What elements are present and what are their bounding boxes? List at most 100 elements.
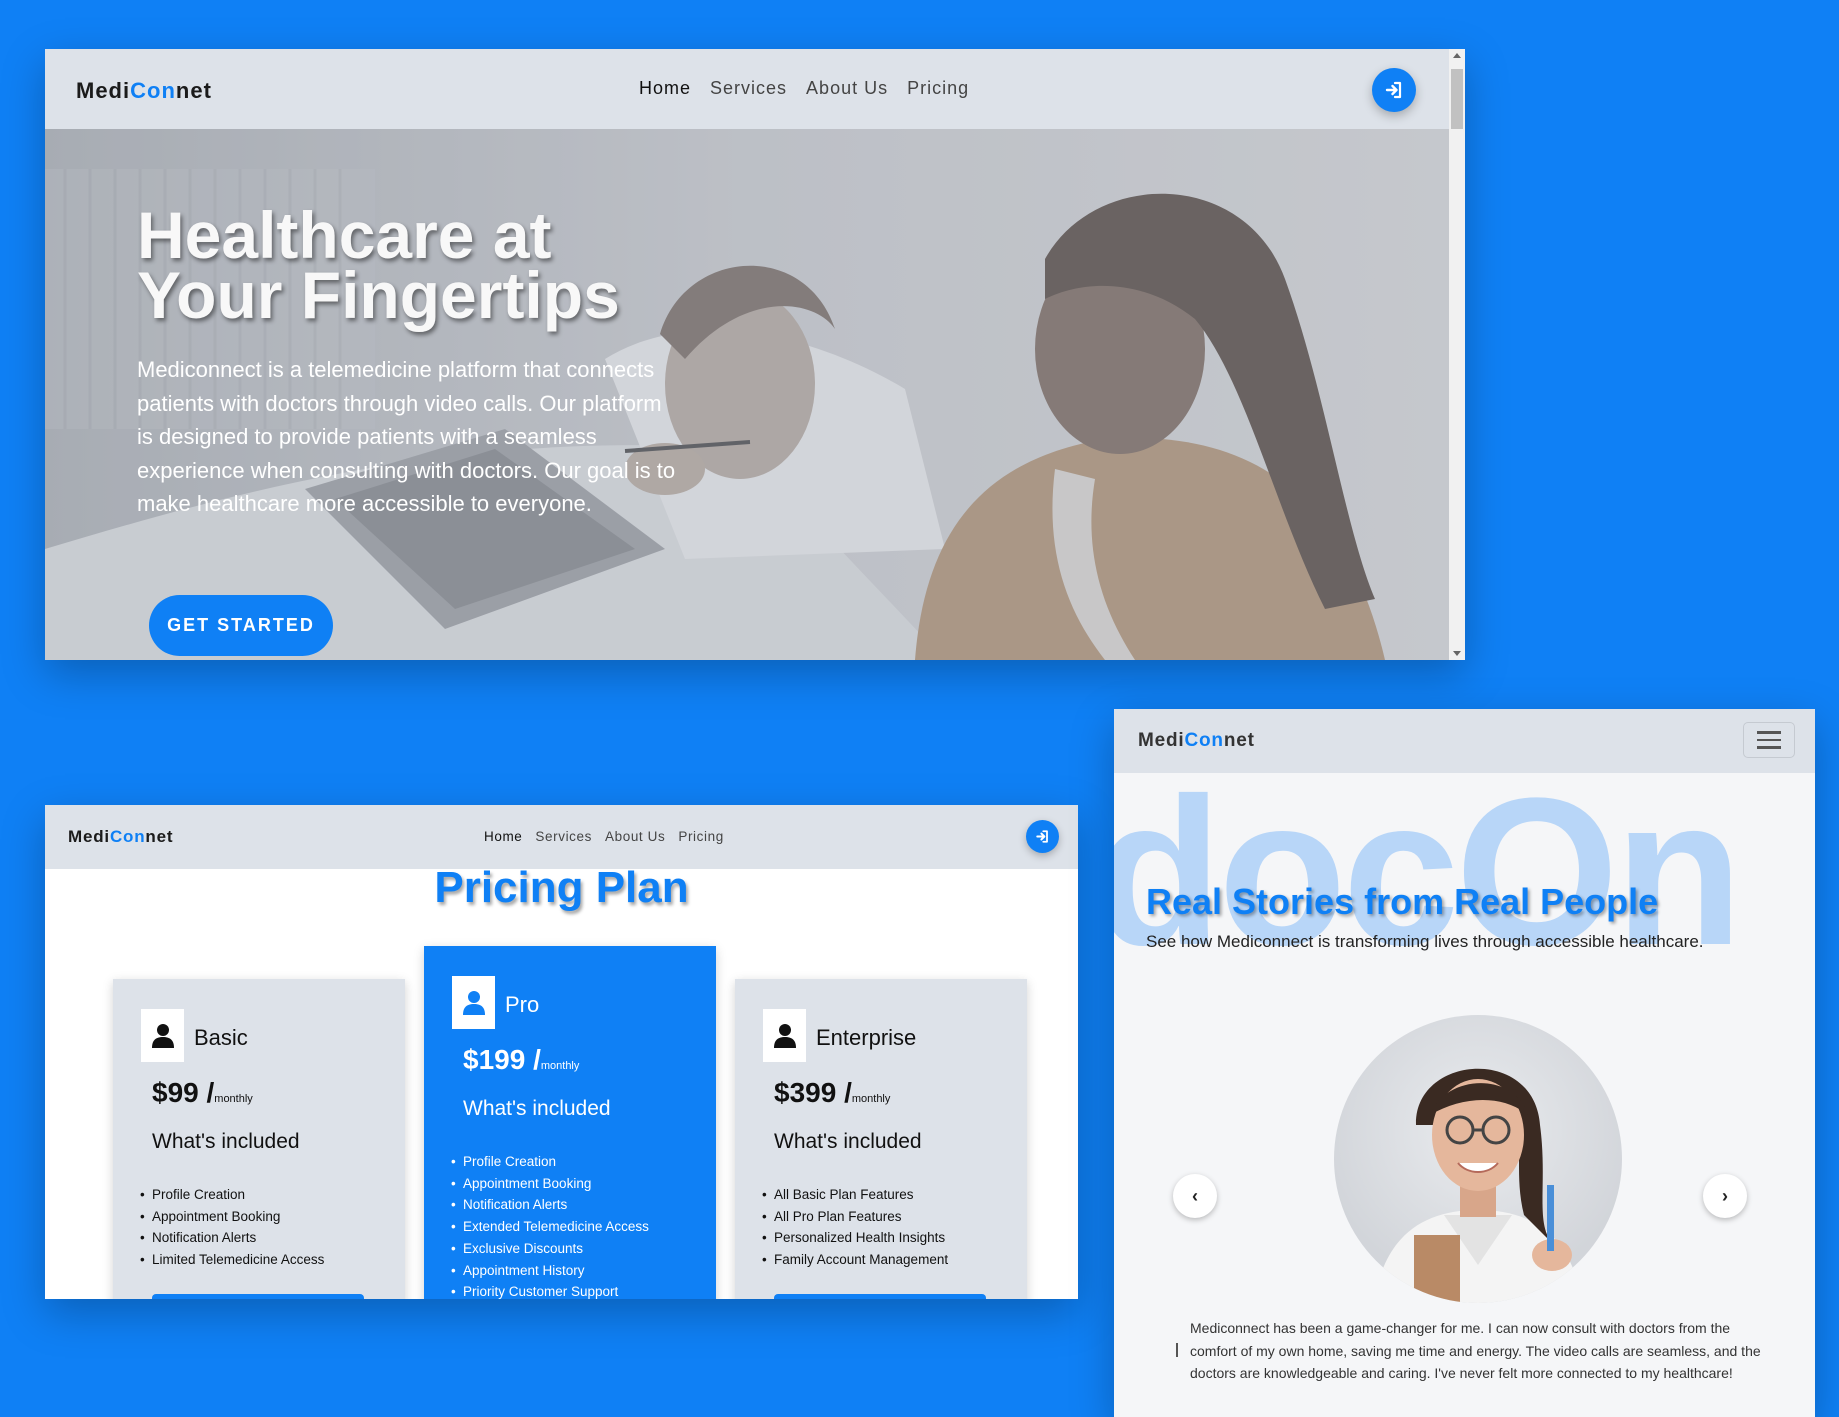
- brand-part-net: net: [145, 827, 174, 846]
- plan-feature: Appointment Booking: [140, 1206, 324, 1228]
- choose-plan-button[interactable]: [152, 1294, 364, 1299]
- plan-feature-list: All Basic Plan Features All Pro Plan Fea…: [762, 1184, 948, 1271]
- plan-feature: Exclusive Discounts: [451, 1238, 649, 1260]
- nav-home[interactable]: Home: [639, 78, 691, 99]
- plan-price-amount: $199 /: [463, 1044, 541, 1075]
- quote-marker: [1176, 1343, 1178, 1357]
- hamburger-icon: [1757, 746, 1781, 749]
- plan-feature: Priority Customer Support: [451, 1281, 649, 1299]
- plan-price: $99 /monthly: [152, 1077, 253, 1109]
- hamburger-icon: [1757, 738, 1781, 742]
- brand-part-medi: Medi: [68, 827, 110, 846]
- plan-feature: Notification Alerts: [140, 1227, 324, 1249]
- hamburger-menu-button[interactable]: [1743, 722, 1795, 758]
- get-started-button[interactable]: GET STARTED: [149, 595, 333, 656]
- user-icon: [151, 1023, 174, 1048]
- scroll-up-arrow-icon[interactable]: [1453, 53, 1461, 58]
- plan-feature: All Basic Plan Features: [762, 1184, 948, 1206]
- plan-feature: Limited Telemedicine Access: [140, 1249, 324, 1271]
- scrollbar[interactable]: [1449, 49, 1465, 660]
- nav-pricing[interactable]: Pricing: [907, 78, 969, 99]
- scrollbar-thumb[interactable]: [1451, 69, 1463, 129]
- user-icon: [773, 1023, 796, 1048]
- nav-about[interactable]: About Us: [605, 829, 665, 844]
- brand-part-con: Con: [109, 827, 146, 846]
- hero-title: Healthcare at Your Fingertips: [137, 198, 620, 332]
- plan-name: Enterprise: [816, 1025, 917, 1050]
- plan-card-pro: Pro $199 /monthly What's included Profil…: [424, 946, 716, 1299]
- user-icon: [462, 990, 485, 1015]
- hamburger-icon: [1757, 731, 1781, 734]
- nav-services[interactable]: Services: [535, 829, 592, 844]
- nav-pricing[interactable]: Pricing: [678, 829, 723, 844]
- testimonial-avatar: [1334, 1015, 1622, 1303]
- plan-feature: All Pro Plan Features: [762, 1206, 948, 1228]
- nav-menu: Home Services About Us Pricing: [484, 829, 724, 844]
- plan-price-period: monthly: [214, 1093, 253, 1105]
- hero-screenshot: MediConnet Home Services About Us Pricin…: [45, 49, 1465, 660]
- pricing-title: Pricing Plan: [434, 863, 689, 912]
- plan-price-amount: $399 /: [774, 1077, 852, 1108]
- plan-included-heading: What's included: [774, 1130, 922, 1153]
- plan-icon-box: [763, 1009, 806, 1062]
- navbar: MediConnet Home Services About Us Pricin…: [45, 49, 1449, 129]
- login-button[interactable]: [1026, 820, 1059, 853]
- plan-included-heading: What's included: [463, 1097, 611, 1120]
- avatar-photo: [1374, 1068, 1582, 1303]
- navbar: MediConnet: [1114, 709, 1815, 773]
- choose-plan-button[interactable]: [774, 1294, 986, 1299]
- plan-card-basic: Basic $99 /monthly What's included Profi…: [113, 979, 405, 1299]
- testimonials-screenshot: docOn MediConnet Real Stories from Real …: [1114, 709, 1815, 1417]
- hero-description: Mediconnect is a telemedicine platform t…: [137, 357, 676, 516]
- hero-title-line-2: Your Fingertips: [137, 258, 620, 332]
- brand-logo[interactable]: MediConnet: [1138, 730, 1255, 752]
- plan-feature: Appointment Booking: [451, 1173, 649, 1195]
- plan-card-enterprise: Enterprise $399 /monthly What's included…: [735, 979, 1027, 1299]
- plan-name: Basic: [194, 1025, 248, 1050]
- plan-feature: Profile Creation: [451, 1151, 649, 1173]
- login-button[interactable]: [1372, 68, 1416, 112]
- plan-price: $199 /monthly: [463, 1044, 579, 1076]
- brand-part-con: Con: [130, 78, 176, 103]
- testimonial-quote: Mediconnect has been a game-changer for …: [1190, 1320, 1761, 1381]
- navbar: MediConnet Home Services About Us Pricin…: [45, 805, 1078, 869]
- carousel-prev-button[interactable]: ‹: [1173, 1174, 1217, 1218]
- nav-about[interactable]: About Us: [806, 78, 888, 99]
- chevron-left-icon: ‹: [1192, 1185, 1198, 1206]
- plan-feature: Notification Alerts: [451, 1194, 649, 1216]
- hero-section: Healthcare at Your Fingertips Mediconnec…: [45, 129, 1449, 660]
- nav-services[interactable]: Services: [710, 78, 787, 99]
- brand-part-medi: Medi: [76, 78, 131, 103]
- plan-feature: Appointment History: [451, 1260, 649, 1282]
- testimonials-subtitle: See how Mediconnect is transforming live…: [1146, 932, 1704, 951]
- nav-menu: Home Services About Us Pricing: [639, 78, 969, 99]
- brand-logo[interactable]: MediConnet: [68, 827, 173, 847]
- brand-part-net: net: [175, 78, 212, 103]
- sign-in-icon: [1385, 81, 1402, 99]
- plan-price-period: monthly: [540, 1060, 580, 1072]
- plan-icon-box: [452, 976, 495, 1029]
- plan-price-period: monthly: [851, 1093, 891, 1105]
- plan-feature-list: Profile Creation Appointment Booking Not…: [140, 1184, 324, 1271]
- chevron-right-icon: ›: [1722, 1185, 1728, 1206]
- plan-included-heading: What's included: [152, 1130, 300, 1153]
- scroll-down-arrow-icon[interactable]: [1453, 651, 1461, 656]
- testimonials-title: Real Stories from Real People: [1146, 881, 1659, 922]
- hero-title-line-1: Healthcare at: [137, 198, 552, 272]
- plan-name: Pro: [505, 992, 540, 1017]
- brand-part-medi: Medi: [1138, 730, 1185, 751]
- sign-in-icon: [1036, 830, 1048, 843]
- brand-part-con: Con: [1184, 730, 1224, 751]
- nav-home[interactable]: Home: [484, 829, 522, 844]
- plan-icon-box: [141, 1009, 184, 1062]
- plan-price-amount: $99 /: [152, 1077, 215, 1108]
- plan-feature: Profile Creation: [140, 1184, 324, 1206]
- plan-feature: Personalized Health Insights: [762, 1227, 948, 1249]
- plan-feature: Family Account Management: [762, 1249, 948, 1271]
- carousel-next-button[interactable]: ›: [1703, 1174, 1747, 1218]
- plan-price: $399 /monthly: [774, 1077, 890, 1109]
- brand-logo[interactable]: MediConnet: [76, 78, 212, 104]
- brand-part-net: net: [1223, 730, 1255, 751]
- pricing-screenshot: MediConnet Home Services About Us Pricin…: [45, 805, 1078, 1299]
- plan-feature-list: Profile Creation Appointment Booking Not…: [451, 1151, 649, 1299]
